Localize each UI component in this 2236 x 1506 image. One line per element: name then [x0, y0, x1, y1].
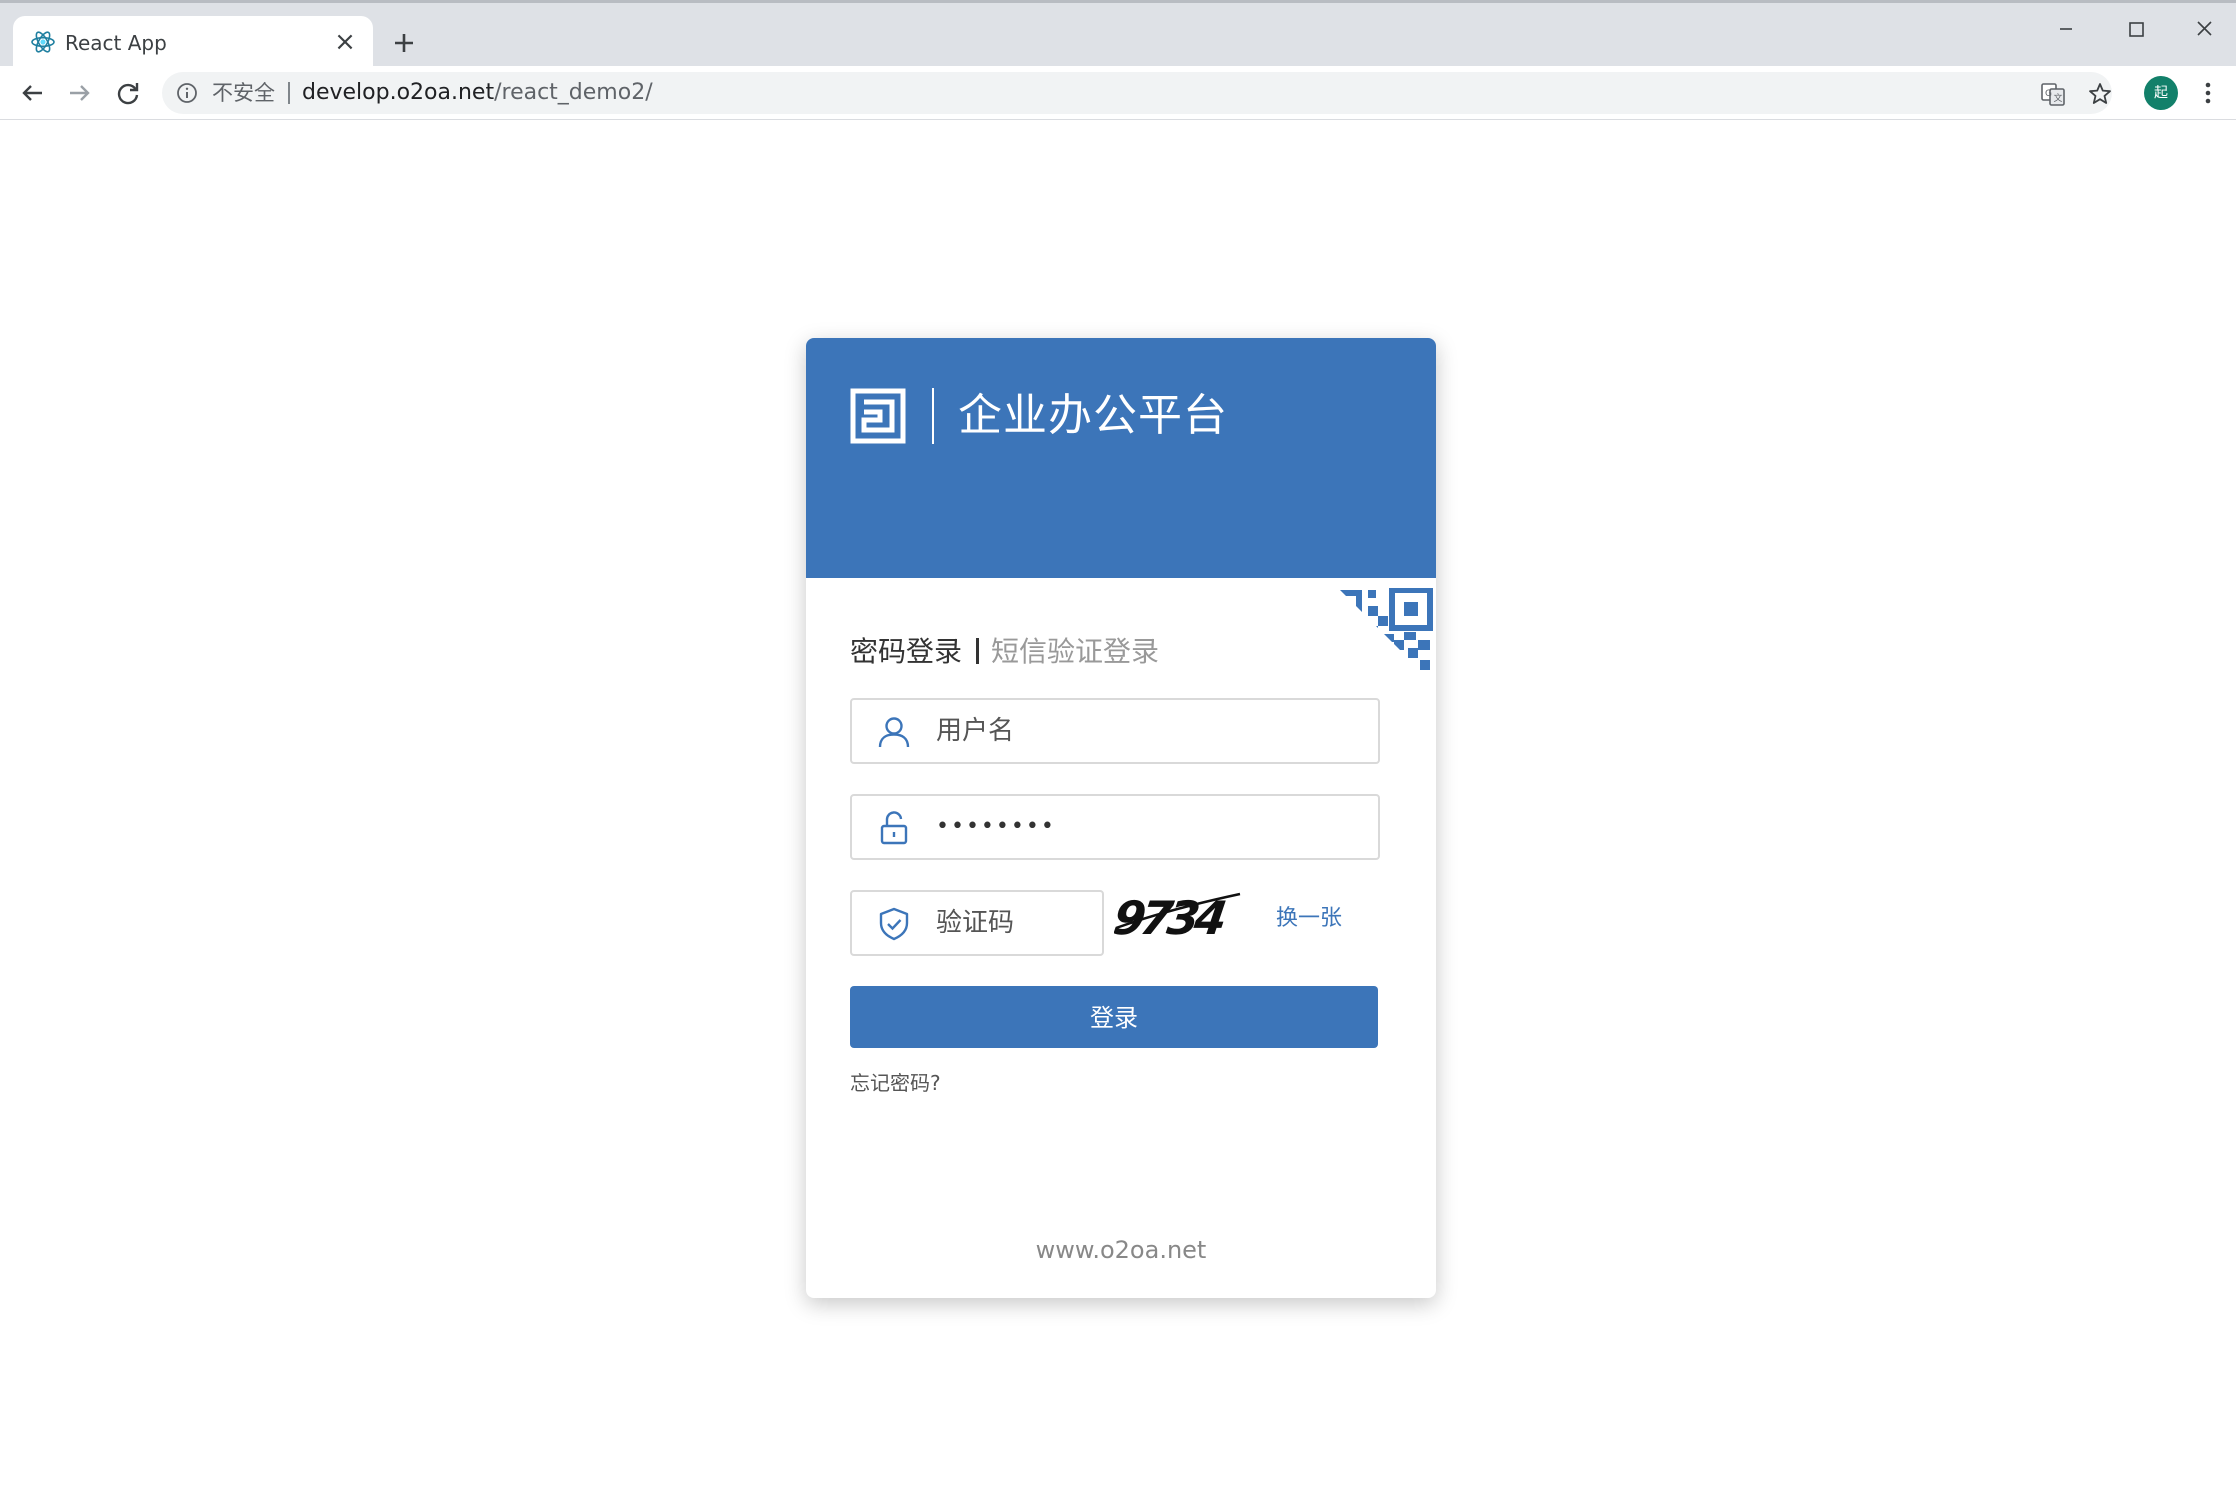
svg-text:G: G: [2045, 89, 2052, 99]
password-field: [850, 794, 1380, 860]
captcha-field: [850, 890, 1104, 956]
star-icon[interactable]: [2087, 81, 2113, 107]
profile-avatar[interactable]: 起: [2144, 76, 2178, 110]
captcha-input[interactable]: [936, 892, 1092, 954]
svg-text:文: 文: [2054, 92, 2063, 104]
captcha-refresh-link[interactable]: 换一张: [1276, 904, 1342, 934]
login-button[interactable]: 登录: [850, 986, 1378, 1048]
captcha-image[interactable]: 9734: [1114, 888, 1244, 950]
security-label: 不安全: [212, 81, 275, 105]
tab-divider: [976, 638, 980, 664]
plus-icon[interactable]: [388, 27, 420, 59]
tab-sms-login[interactable]: 短信验证登录: [991, 635, 1159, 668]
translate-icon[interactable]: G 文: [2040, 81, 2066, 107]
browser-tab[interactable]: React App ×: [13, 16, 373, 69]
user-icon: [878, 717, 910, 748]
back-arrow-icon[interactable]: [16, 77, 48, 109]
tab-password-login[interactable]: 密码登录: [850, 635, 962, 668]
logo-icon: [850, 388, 906, 444]
browser-tabstrip: React App ×: [0, 0, 2236, 69]
react-icon: [31, 31, 55, 53]
shield-check-icon: [879, 907, 909, 941]
login-tabs: 密码登录 短信验证登录: [850, 632, 1159, 672]
login-card: 企业办公平台 密码登录 短信验证登录 用户名 •••••••• 验证码 9734…: [806, 338, 1436, 1298]
platform-title: 企业办公平台: [958, 390, 1228, 441]
qr-code-icon[interactable]: [1338, 588, 1434, 684]
more-vert-icon[interactable]: [2196, 77, 2220, 109]
browser-toolbar: 不安全 develop.o2oa.net/react_demo2/ G 文 起: [0, 66, 2236, 120]
lock-icon: [880, 811, 908, 845]
site-footer[interactable]: www.o2oa.net: [806, 1234, 1436, 1266]
minimize-icon[interactable]: [2046, 15, 2086, 43]
username-field: [850, 698, 1380, 764]
url-text[interactable]: develop.o2oa.net/react_demo2/: [302, 72, 653, 114]
url-path: /react_demo2/: [494, 80, 653, 105]
close-icon[interactable]: ×: [331, 28, 359, 56]
forgot-password-link[interactable]: 忘记密码?: [850, 1068, 941, 1098]
card-header: 企业办公平台: [806, 338, 1436, 578]
password-input[interactable]: [936, 796, 1368, 858]
info-icon[interactable]: [176, 82, 198, 104]
reload-icon[interactable]: [112, 77, 144, 109]
tab-title: React App: [65, 31, 167, 55]
forward-arrow-icon[interactable]: [64, 77, 96, 109]
address-divider: [288, 82, 290, 104]
username-input[interactable]: [936, 700, 1368, 762]
url-host: develop.o2oa.net: [302, 80, 495, 105]
address-bar[interactable]: 不安全 develop.o2oa.net/react_demo2/ G 文: [162, 72, 2112, 114]
maximize-icon[interactable]: [2116, 15, 2156, 43]
window-close-icon[interactable]: [2184, 15, 2224, 43]
logo-divider: [932, 388, 934, 444]
